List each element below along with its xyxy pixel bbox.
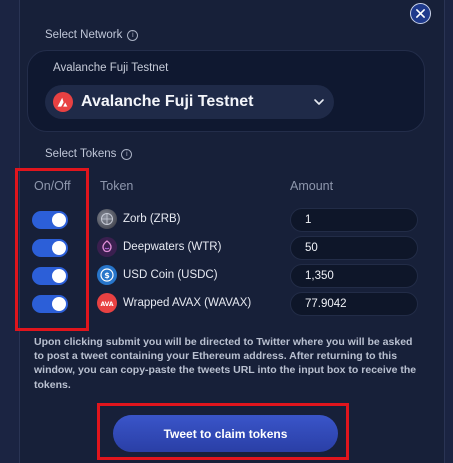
network-select[interactable]: Avalanche Fuji Testnet — [45, 85, 334, 119]
token-row-deepwaters: Deepwaters (WTR) — [97, 236, 221, 258]
select-tokens-heading: Select Tokens i — [45, 148, 133, 160]
token-name: Wrapped AVAX (WAVAX) — [123, 297, 252, 309]
token-name: Zorb (ZRB) — [123, 213, 181, 225]
network-caption: Avalanche Fuji Testnet — [53, 62, 169, 74]
close-icon — [416, 9, 425, 18]
svg-text:$: $ — [104, 271, 110, 280]
amount-input-zorb[interactable] — [290, 208, 418, 232]
select-network-heading: Select Network i — [45, 29, 139, 41]
avalanche-logo-icon — [53, 92, 73, 112]
selected-network: Avalanche Fuji Testnet — [81, 93, 254, 110]
deepwaters-icon — [97, 237, 117, 257]
amount-input-usdc[interactable] — [290, 264, 418, 288]
select-network-label: Select Network — [45, 29, 123, 41]
close-button[interactable] — [410, 3, 431, 24]
token-name: USD Coin (USDC) — [123, 269, 218, 281]
info-icon[interactable]: i — [127, 29, 139, 41]
column-header-amount: Amount — [290, 179, 334, 193]
token-row-zorb: Zorb (ZRB) — [97, 208, 181, 230]
wavax-icon: AVA — [97, 293, 117, 313]
info-icon[interactable]: i — [121, 148, 133, 160]
chevron-down-icon — [314, 99, 324, 105]
instructions-text: Upon clicking submit you will be directe… — [34, 336, 417, 391]
tweet-button-highlight-box — [97, 403, 349, 460]
token-name: Deepwaters (WTR) — [123, 241, 222, 253]
column-header-token: Token — [100, 179, 134, 193]
zorb-icon — [97, 209, 117, 229]
token-row-wavax: AVA Wrapped AVAX (WAVAX) — [97, 292, 251, 314]
amount-input-wavax[interactable] — [290, 292, 418, 316]
usdc-icon: $ — [97, 265, 117, 285]
amount-input-deepwaters[interactable] — [290, 236, 418, 260]
token-row-usdc: $ USD Coin (USDC) — [97, 264, 218, 286]
onoff-highlight-box — [15, 168, 89, 331]
svg-text:AVA: AVA — [100, 301, 113, 307]
select-tokens-label: Select Tokens — [45, 148, 117, 160]
